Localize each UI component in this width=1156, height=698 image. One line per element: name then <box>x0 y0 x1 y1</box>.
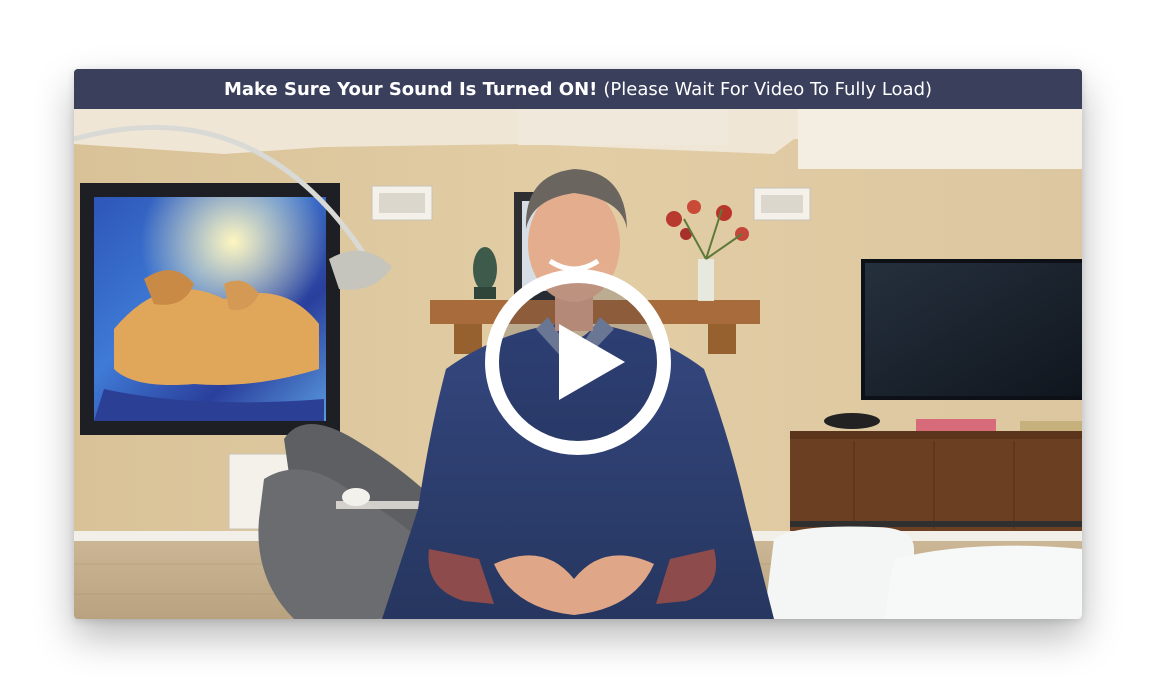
play-button[interactable] <box>485 269 671 455</box>
video-player[interactable]: Make Sure Your Sound Is Turned ON! (Plea… <box>74 69 1082 619</box>
banner-bold-text: Make Sure Your Sound Is Turned ON! <box>223 78 598 100</box>
play-icon <box>559 324 625 400</box>
banner-normal-text: (Please Wait For Video To Fully Load) <box>603 78 933 100</box>
sound-notice-banner: Make Sure Your Sound Is Turned ON! (Plea… <box>74 69 1082 109</box>
